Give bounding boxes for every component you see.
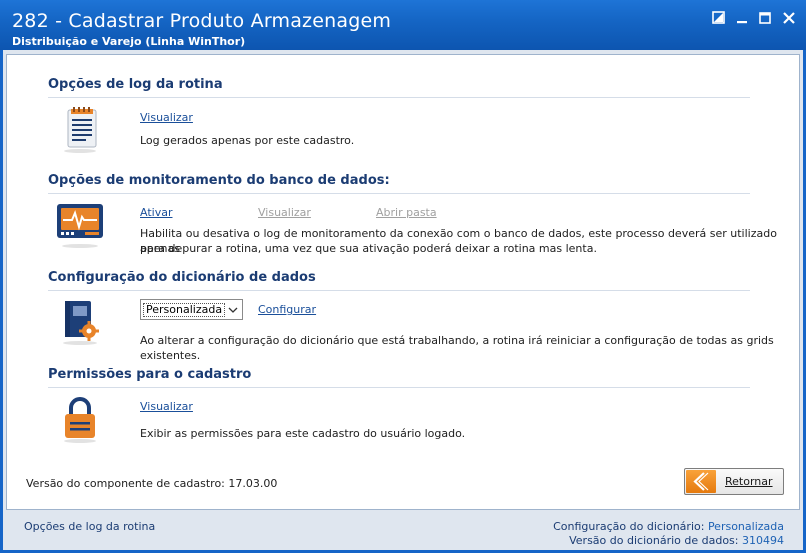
status-dict-config-label: Configuração do dicionário: (553, 520, 705, 533)
window-subtitle: Distribuição e Varejo (Linha WinThor) (12, 35, 246, 48)
permissions-description: Exibir as permissões para este cadastro … (140, 427, 466, 440)
permissions-section-title: Permissões para o cadastro (48, 367, 252, 382)
dictionary-section-title: Configuração do dicionário de dados (48, 270, 316, 285)
dictionary-select-value: Personalizada (143, 303, 225, 317)
permissions-view-link[interactable]: Visualizar (140, 400, 193, 413)
divider (48, 290, 750, 291)
status-dict-version-label: Versão do dicionário de dados: (569, 534, 739, 547)
divider (48, 193, 750, 194)
component-version: Versão do componente de cadastro: 17.03.… (26, 477, 278, 490)
return-button[interactable]: Retornar (684, 468, 784, 495)
window-title: 282 - Cadastrar Produto Armazenagem (12, 10, 392, 32)
minimize-icon[interactable] (733, 9, 751, 27)
log-section-title: Opções de log da rotina (48, 77, 223, 92)
monitor-view-link[interactable]: Visualizar (258, 206, 311, 219)
monitor-description-line2: para depurar a rotina, uma vez que sua a… (140, 242, 597, 255)
title-bar: 282 - Cadastrar Produto Armazenagem Dist… (0, 0, 806, 50)
dictionary-configure-link[interactable]: Configurar (258, 303, 316, 316)
close-icon[interactable] (780, 9, 798, 27)
monitor-section-title: Opções de monitoramento do banco de dado… (48, 173, 390, 188)
monitor-activate-link[interactable]: Ativar (140, 206, 172, 219)
padlock-icon (55, 395, 105, 445)
status-bar: Opções de log da rotina Configuração do … (6, 511, 800, 549)
log-description: Log gerados apenas por este cadastro. (140, 134, 355, 147)
divider (48, 387, 750, 388)
log-view-link[interactable]: Visualizar (140, 111, 193, 124)
dictionary-description: Ao alterar a configuração do dicionário … (140, 334, 774, 362)
monitor-heartbeat-icon (55, 200, 105, 250)
main-panel: Opções de log da rotina Visualizar Log g… (6, 54, 800, 510)
status-dict-config-value: Personalizada (707, 520, 784, 533)
chevron-down-icon[interactable] (226, 303, 240, 317)
notepad-icon (55, 105, 105, 155)
return-button-label: Retornar (725, 475, 773, 488)
back-arrow-icon (686, 470, 716, 493)
status-dict-version: Versão do dicionário de dados: 310494 (569, 534, 784, 547)
divider (48, 97, 750, 98)
status-dict-version-value: 310494 (742, 534, 784, 547)
dictionary-select[interactable]: Personalizada (140, 299, 243, 320)
status-dict-config: Configuração do dicionário: Personalizad… (553, 520, 784, 533)
book-gear-icon (55, 297, 105, 347)
restore-layout-icon[interactable] (710, 9, 728, 27)
maximize-icon[interactable] (756, 9, 774, 27)
monitor-open-folder-link[interactable]: Abrir pasta (376, 206, 437, 219)
status-current-section: Opções de log da rotina (24, 520, 156, 533)
